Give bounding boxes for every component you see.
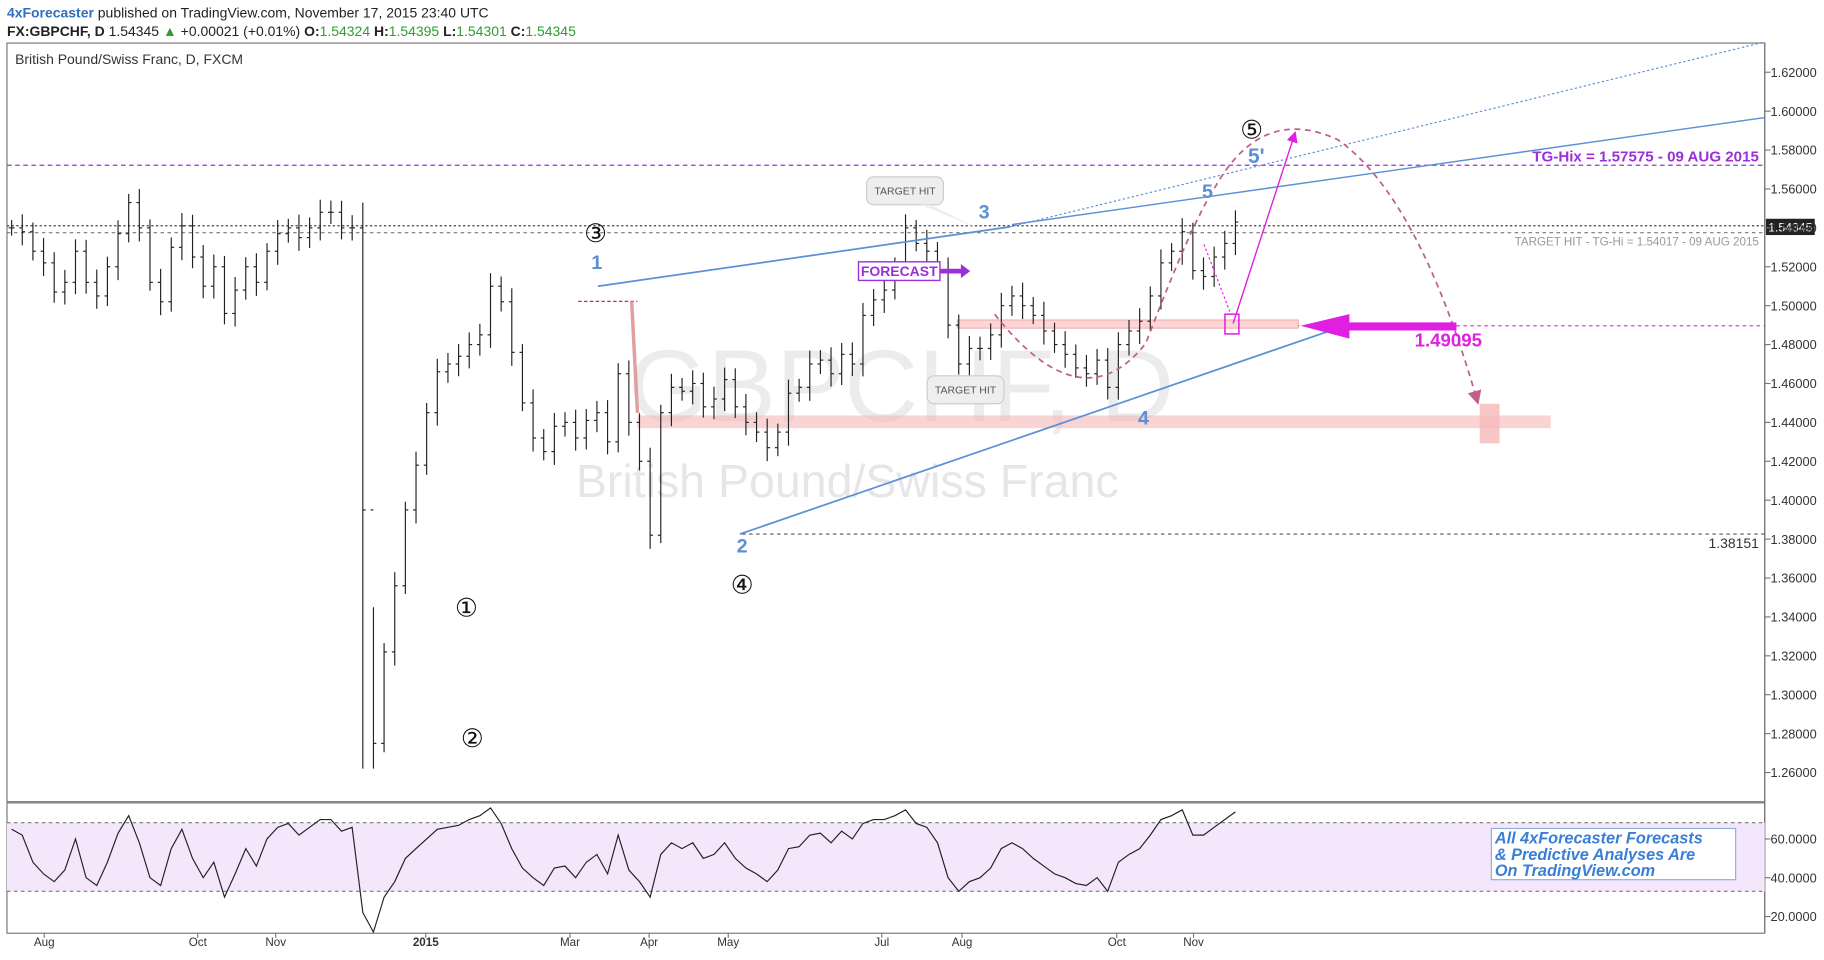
promo-line-3: On TradingView.com — [1495, 862, 1655, 880]
time-tick-label: May — [717, 936, 739, 949]
circled-label-1: ① — [455, 595, 478, 623]
wave-label-2: 2 — [737, 536, 748, 558]
circled-label-4: ④ — [731, 571, 754, 599]
rsi-axis: 60.0000 40.0000 20.0000 — [1764, 832, 1817, 924]
price-tick-label: 1.56000 — [1771, 182, 1817, 197]
wave-label-5: 5 — [1202, 181, 1213, 203]
low-level-label: 1.38151 — [1708, 535, 1759, 551]
circled-label-3: ③ — [584, 220, 607, 248]
time-tick-label: Oct — [1108, 936, 1127, 949]
rsi-tick-label: 20.0000 — [1771, 909, 1817, 924]
time-tick-label: Mar — [560, 936, 580, 949]
time-tick-label: Jul — [874, 936, 889, 949]
time-axis: Aug Oct Nov 2015 Mar Apr May Jul Aug Oct Nov — [34, 933, 1204, 949]
price-tick-label: 1.36000 — [1771, 571, 1817, 586]
wave-label-4: 4 — [1138, 408, 1149, 430]
watermark-name: British Pound/Swiss Franc — [576, 455, 1119, 507]
price-tick-label: 1.60000 — [1771, 104, 1817, 119]
time-tick-label: Aug — [34, 936, 55, 949]
target-hit-label-1: TARGET HIT — [874, 186, 936, 197]
chart-title: British Pound/Swiss Franc, D, FXCM — [15, 51, 243, 67]
target-zone-marker — [1479, 403, 1500, 444]
price-tick-label: 1.46000 — [1771, 376, 1817, 391]
target-hit-label-2: TARGET HIT — [935, 385, 997, 396]
price-tick-label: 1.54000 — [1771, 221, 1817, 236]
price-tick-label: 1.52000 — [1771, 259, 1817, 274]
circled-label-2: ② — [461, 725, 484, 753]
price-axis: 1.62000 1.60000 1.58000 1.56000 1.54000 1.520… — [1764, 65, 1817, 780]
target-level-label: 1.49095 — [1415, 330, 1482, 351]
time-tick-label: Aug — [952, 936, 973, 949]
wave-label-5-alt: 5' — [1248, 145, 1265, 168]
price-tick-label: 1.26000 — [1771, 765, 1817, 780]
time-tick-label: Nov — [1183, 936, 1204, 949]
rsi-tick-label: 60.0000 — [1771, 832, 1817, 847]
time-tick-label: Oct — [189, 936, 208, 949]
support-zone — [637, 415, 1551, 429]
price-tick-label: 1.38000 — [1771, 532, 1817, 547]
wave-label-1: 1 — [591, 252, 602, 274]
price-tick-label: 1.28000 — [1771, 726, 1817, 741]
wave-label-3: 3 — [979, 202, 990, 224]
time-tick-label: Apr — [640, 936, 658, 949]
forecast-label: FORECAST — [861, 263, 938, 279]
price-tick-label: 1.32000 — [1771, 648, 1817, 663]
target-hit-note: TARGET HIT - TG-Hi = 1.54017 - 09 AUG 20… — [1515, 236, 1759, 249]
circled-label-5: ⑤ — [1240, 116, 1263, 144]
price-tick-label: 1.48000 — [1771, 337, 1817, 352]
price-tick-label: 1.42000 — [1771, 454, 1817, 469]
price-tick-label: 1.30000 — [1771, 687, 1817, 702]
price-tick-label: 1.50000 — [1771, 298, 1817, 313]
price-tick-label: 1.62000 — [1771, 65, 1817, 80]
chart-canvas[interactable]: GBPCHF, D British Pound/Swiss Franc Brit… — [0, 0, 1824, 960]
rsi-tick-label: 40.0000 — [1771, 870, 1817, 885]
time-tick-label: 2015 — [413, 936, 439, 949]
tg-hix-label: TG-Hix = 1.57575 - 09 AUG 2015 — [1532, 149, 1759, 166]
chart-page: 4xForecaster published on TradingView.co… — [0, 0, 1824, 960]
price-tick-label: 1.58000 — [1771, 143, 1817, 158]
price-tick-label: 1.44000 — [1771, 415, 1817, 430]
price-tick-label: 1.34000 — [1771, 610, 1817, 625]
time-tick-label: Nov — [265, 936, 286, 949]
resistance-zone — [956, 319, 1299, 329]
price-tick-label: 1.40000 — [1771, 493, 1817, 508]
